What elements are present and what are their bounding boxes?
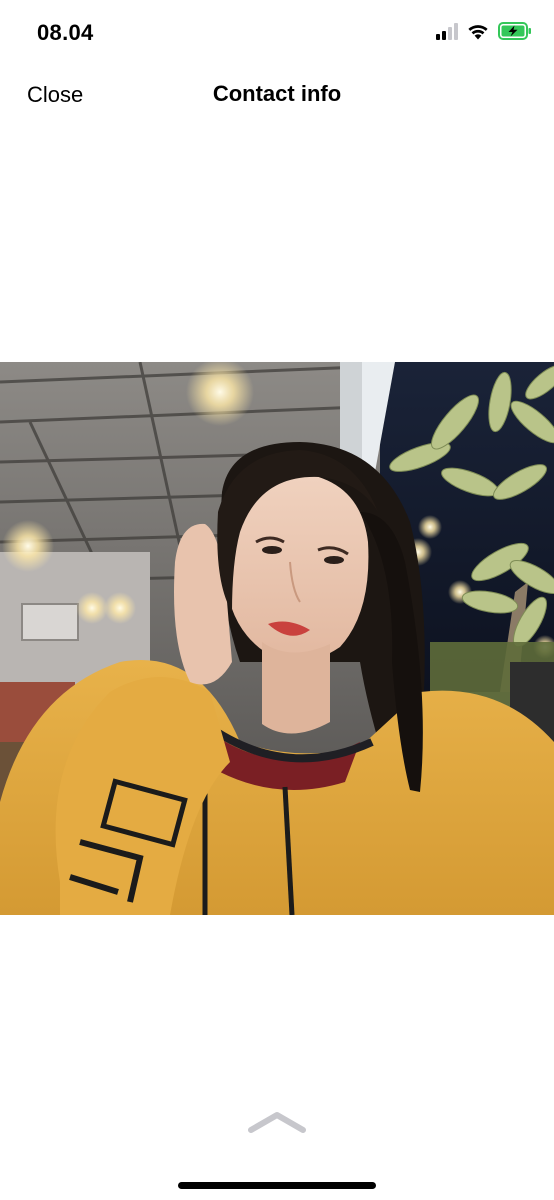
status-time: 08.04 bbox=[37, 20, 94, 45]
home-indicator[interactable] bbox=[178, 1182, 376, 1189]
wifi-icon bbox=[467, 23, 489, 40]
chevron-up-icon[interactable] bbox=[247, 1110, 307, 1139]
battery-charging-icon bbox=[498, 22, 532, 40]
nav-bar: Close Contact info bbox=[0, 64, 554, 126]
contact-info-screen: 08.04 Close Contact info bbox=[0, 0, 554, 1200]
contact-photo bbox=[0, 362, 554, 915]
status-bar: 08.04 bbox=[0, 0, 554, 64]
signal-icon bbox=[436, 22, 458, 40]
status-icons bbox=[436, 22, 532, 40]
page-title: Contact info bbox=[212, 81, 342, 106]
